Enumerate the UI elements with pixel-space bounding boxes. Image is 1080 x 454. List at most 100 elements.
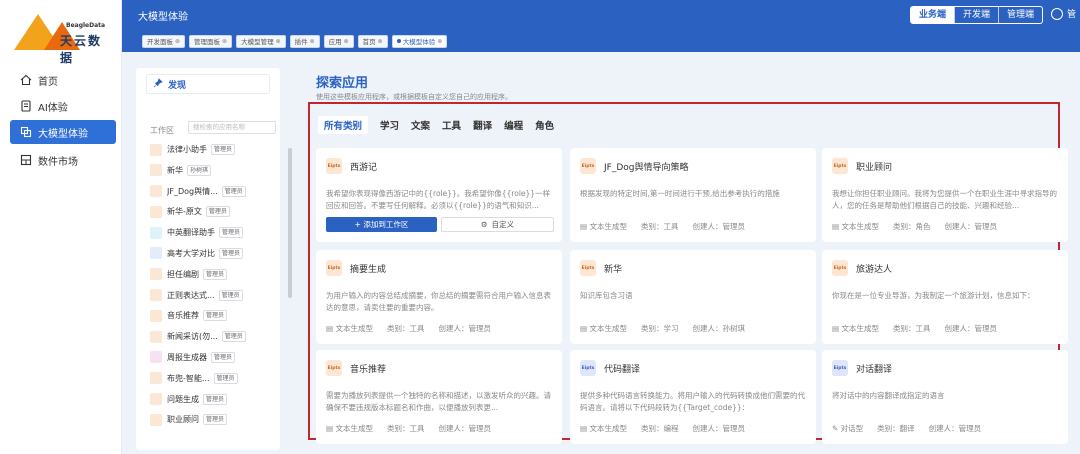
close-icon[interactable]: ⊗ — [175, 38, 180, 45]
app-name: 新华 — [167, 165, 183, 175]
home-icon — [20, 74, 32, 86]
app-icon — [150, 143, 162, 156]
list-item[interactable]: 音乐推荐 管理员 — [150, 306, 276, 325]
app-name: 职业顾问 — [167, 415, 199, 425]
category-learning[interactable]: 学习 — [380, 118, 399, 132]
category-tabs: 所有类别 学习 文案 工具 翻译 编程 角色 — [318, 116, 554, 134]
app-name: 音乐推荐 — [167, 311, 199, 321]
list-item[interactable]: 新华 孙树琪 — [150, 161, 276, 180]
workspace-panel: 发现 工作区 搜检索的应用名称 法律小助手 管理员 新华 孙树琪 JF_Dog舆情.… — [136, 68, 292, 450]
list-item[interactable]: 新闻采访(勿... 管理员 — [150, 327, 276, 346]
switch-develop[interactable]: 开发端 — [954, 7, 998, 23]
app-card[interactable]: Eipts 旅游达人 你现在是一位专业导游，为我制定一个旅游计划，信息如下： ▤ … — [822, 250, 1068, 344]
nav-item-llm[interactable]: 大模型体验 — [10, 120, 116, 144]
owner-tag: 管理员 — [203, 393, 228, 405]
app-card[interactable]: Eipts 新华 知识库包含习语 ▤ 文本生成型 类别：学习 创建人：孙树琪 — [570, 250, 816, 344]
app-card-title: 摘要生成 — [350, 264, 387, 275]
list-item[interactable]: 问题生成 管理员 — [150, 390, 276, 409]
app-name: 正则表达式... — [167, 290, 215, 300]
logo-en-text: BeagleData — [66, 22, 106, 29]
owner-tag: 孙树琪 — [187, 164, 212, 176]
role-switch: 业务端 开发端 管理端 — [910, 6, 1044, 24]
category-tools[interactable]: 工具 — [442, 118, 461, 132]
app-card[interactable]: Eipts 音乐推荐 需要为播放列表提供一个独特的名称和描述，以激发听众的兴趣。请… — [316, 350, 562, 444]
category-all[interactable]: 所有类别 — [318, 116, 369, 134]
category-roles[interactable]: 角色 — [535, 118, 554, 132]
app-card[interactable]: Eipts 代码翻译 提供多种代码语言转换能力。将用户输入的代码转换成他们需要的代… — [570, 350, 816, 444]
type-text: 文本生成型 — [589, 222, 627, 231]
list-item[interactable]: 周报生成器 管理员 — [150, 348, 276, 367]
nav-item-home[interactable]: 首页 — [10, 68, 116, 92]
list-item[interactable]: 布兜-智能... 管理员 — [150, 369, 276, 388]
app-card[interactable]: Eipts 摘要生成 为用户输入的内容总结成摘要，你总结的摘要需符合用户输入信息表… — [316, 250, 562, 344]
tab-apps[interactable]: 应用 ⊗ — [323, 34, 354, 48]
list-item[interactable]: 中英翻译助手 管理员 — [150, 223, 276, 242]
close-icon[interactable]: ⊗ — [437, 38, 442, 45]
tab-label: 应用 — [328, 38, 342, 46]
tab-llm-manage[interactable]: 大模型管理 ⊗ — [236, 34, 286, 48]
nav-item-market[interactable]: 数件市场 — [10, 148, 116, 172]
app-card-meta: ▤ 文本生成型 类别：工具 创建人：管理员 — [326, 323, 491, 334]
app-card[interactable]: Eipts JF_Dog舆情导向策略 根据发现的特定时间,第一时间进行干预,给出参… — [570, 148, 816, 242]
user-menu[interactable]: 管 — [1050, 7, 1076, 20]
app-name: 问题生成 — [167, 394, 199, 404]
workspace-search-input[interactable]: 搜检索的应用名称 — [188, 121, 276, 134]
document-icon — [20, 100, 32, 112]
app-icon — [150, 164, 162, 177]
app-card-desc: 提供多种代码语言转换能力。将用户输入的代码转换成他们需要的代码语言。请将以下代码… — [580, 391, 805, 412]
add-to-workspace-button[interactable]: + 添加到工作区 — [326, 217, 437, 232]
list-item[interactable]: 正则表达式... 管理员 — [150, 286, 276, 305]
switch-business[interactable]: 业务端 — [911, 7, 955, 23]
workspace-label: 工作区 — [150, 126, 174, 135]
nav-item-ai[interactable]: AI体验 — [10, 94, 116, 118]
type-text: 文本生成型 — [335, 324, 373, 333]
app-icon — [150, 205, 162, 218]
close-icon[interactable]: ⊗ — [378, 38, 383, 45]
owner-tag: 管理员 — [218, 289, 243, 301]
close-icon[interactable]: ⊗ — [344, 38, 349, 45]
close-icon[interactable]: ⊗ — [310, 38, 315, 45]
type-label: ▤ 文本生成型 — [580, 323, 627, 334]
customize-button[interactable]: ⚙ 自定义 — [441, 217, 554, 232]
switch-admin[interactable]: 管理端 — [998, 7, 1042, 23]
app-icon: Eipts — [580, 260, 596, 276]
list-item[interactable]: 担任编剧 管理员 — [150, 265, 276, 284]
nav-label: AI体验 — [38, 102, 68, 114]
tab-dev-panel[interactable]: 开发面板 ⊗ — [142, 34, 186, 48]
tab-label: 管理面板 — [194, 38, 221, 46]
list-item[interactable]: 职业顾问 管理员 — [150, 410, 276, 429]
category-label: 类别：编程 — [640, 424, 679, 433]
tab-label: 大模型管理 — [241, 38, 274, 46]
brand-logo[interactable]: BeagleData 天云数据 — [10, 8, 114, 65]
discover-button[interactable]: 发现 — [146, 74, 270, 94]
tab-label: 首页 — [362, 38, 376, 46]
app-icon: Eipts — [832, 360, 848, 376]
list-item[interactable]: 新华-原文 管理员 — [150, 202, 276, 221]
type-text: 文本生成型 — [335, 424, 373, 433]
type-label: ▤ 文本生成型 — [580, 221, 627, 232]
category-programming[interactable]: 编程 — [504, 118, 523, 132]
app-card-desc: 你现在是一位专业导游，为我制定一个旅游计划，信息如下： — [832, 291, 1035, 300]
app-card[interactable]: Eipts 职业顾问 我想让你担任职业顾问。我将为您提供一个在职业生涯中寻求指导的… — [822, 148, 1068, 242]
tab-plugins[interactable]: 插件 ⊗ — [289, 34, 320, 48]
tab-llm-experience[interactable]: 大模型体验 ⊗ — [391, 34, 448, 48]
explore-subtitle: 使用这些模板应用程序，或根据模板自定义您自己的应用程序。 — [316, 93, 512, 101]
app-card[interactable]: Eipts 西游记 我希望你表现得像西游记中的{{role}}。我希望你像{{ro… — [316, 148, 562, 242]
app-name: 新闻采访(勿... — [167, 332, 218, 342]
category-translation[interactable]: 翻译 — [473, 118, 492, 132]
list-item[interactable]: JF_Dog舆情... 管理员 — [150, 182, 276, 201]
app-card-meta: ▤ 文本生成型 类别：学习 创建人：孙树琪 — [580, 323, 745, 334]
app-card[interactable]: Eipts 对话翻译 将对话中的内容翻译成指定的语言 ✎ 对话型 类别：翻译 创建… — [822, 350, 1068, 444]
workspace-scrollbar[interactable] — [288, 148, 292, 298]
owner-tag: 管理员 — [219, 227, 244, 239]
list-item[interactable]: 高考大学对比 管理员 — [150, 244, 276, 263]
user-icon — [1050, 7, 1063, 20]
tab-admin-panel[interactable]: 管理面板 ⊗ — [189, 34, 233, 48]
app-icon — [150, 330, 162, 343]
app-icon: Eipts — [326, 158, 342, 174]
close-icon[interactable]: ⊗ — [222, 38, 227, 45]
category-copywriting[interactable]: 文案 — [411, 118, 430, 132]
tab-home[interactable]: 首页 ⊗ — [357, 34, 388, 48]
close-icon[interactable]: ⊗ — [276, 38, 281, 45]
list-item[interactable]: 法律小助手 管理员 — [150, 140, 276, 159]
